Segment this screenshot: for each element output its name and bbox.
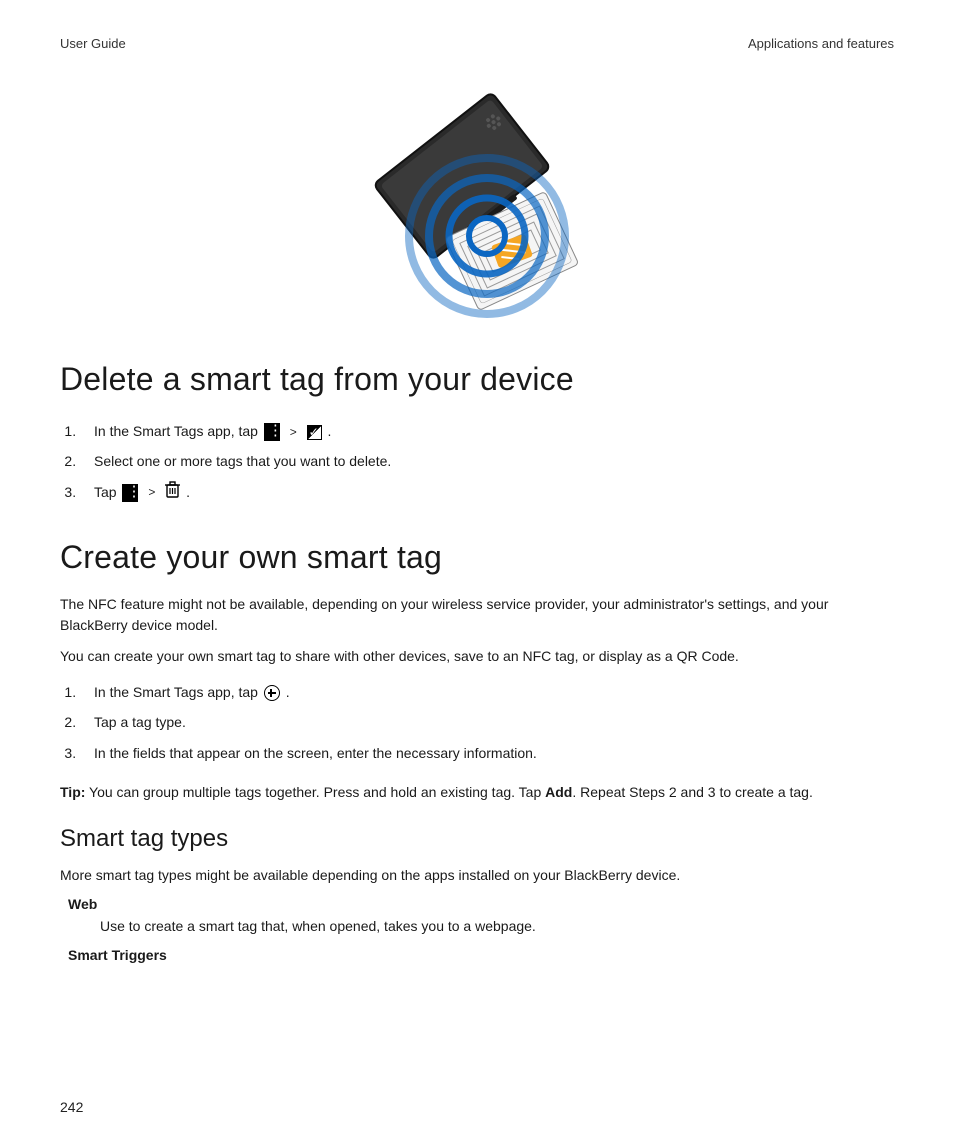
add-icon [264, 685, 280, 701]
trash-icon [165, 481, 180, 504]
tip-label: Tip: [60, 784, 85, 800]
heading-delete-smart-tag: Delete a smart tag from your device [60, 361, 894, 398]
tip-paragraph: Tip: You can group multiple tags togethe… [60, 782, 894, 803]
chevron-right-icon: > [286, 425, 301, 439]
heading-smart-tag-types: Smart tag types [60, 825, 894, 853]
list-item: In the Smart Tags app, tap > . [80, 416, 894, 446]
page: User Guide Applications and features [0, 0, 954, 1145]
hero-illustration [60, 81, 894, 321]
step-text: . [328, 423, 332, 439]
header-right: Applications and features [748, 36, 894, 51]
page-number: 242 [60, 1099, 83, 1115]
definition-list: Web Use to create a smart tag that, when… [60, 896, 894, 963]
term-web: Web [68, 896, 894, 912]
header-left: User Guide [60, 36, 126, 51]
steps-create: In the Smart Tags app, tap . Tap a tag t… [60, 677, 894, 768]
list-item: In the Smart Tags app, tap . [80, 677, 894, 707]
step-text: In the Smart Tags app, tap [94, 684, 262, 700]
step-text: . [186, 484, 190, 500]
def-web: Use to create a smart tag that, when ope… [100, 916, 894, 937]
page-header: User Guide Applications and features [60, 36, 894, 51]
paragraph: The NFC feature might not be available, … [60, 594, 894, 636]
select-icon [307, 425, 322, 440]
term-smart-triggers: Smart Triggers [68, 947, 894, 963]
add-label: Add [545, 784, 572, 800]
list-item: In the fields that appear on the screen,… [80, 738, 894, 768]
paragraph: You can create your own smart tag to sha… [60, 646, 894, 667]
heading-create-smart-tag: Create your own smart tag [60, 539, 894, 576]
list-item: Select one or more tags that you want to… [80, 446, 894, 476]
step-text: In the Smart Tags app, tap [94, 423, 262, 439]
tip-text: . Repeat Steps 2 and 3 to create a tag. [572, 784, 813, 800]
steps-delete: In the Smart Tags app, tap > . Select on… [60, 416, 894, 509]
chevron-right-icon: > [144, 485, 159, 499]
smart-tag-illustration [347, 81, 607, 321]
list-item: Tap > . [80, 477, 894, 509]
more-icon [264, 423, 280, 441]
paragraph: More smart tag types might be available … [60, 865, 894, 886]
tip-text: You can group multiple tags together. Pr… [85, 784, 545, 800]
list-item: Tap a tag type. [80, 707, 894, 737]
step-text: . [286, 684, 290, 700]
more-icon [122, 484, 138, 502]
step-text: Tap [94, 484, 120, 500]
